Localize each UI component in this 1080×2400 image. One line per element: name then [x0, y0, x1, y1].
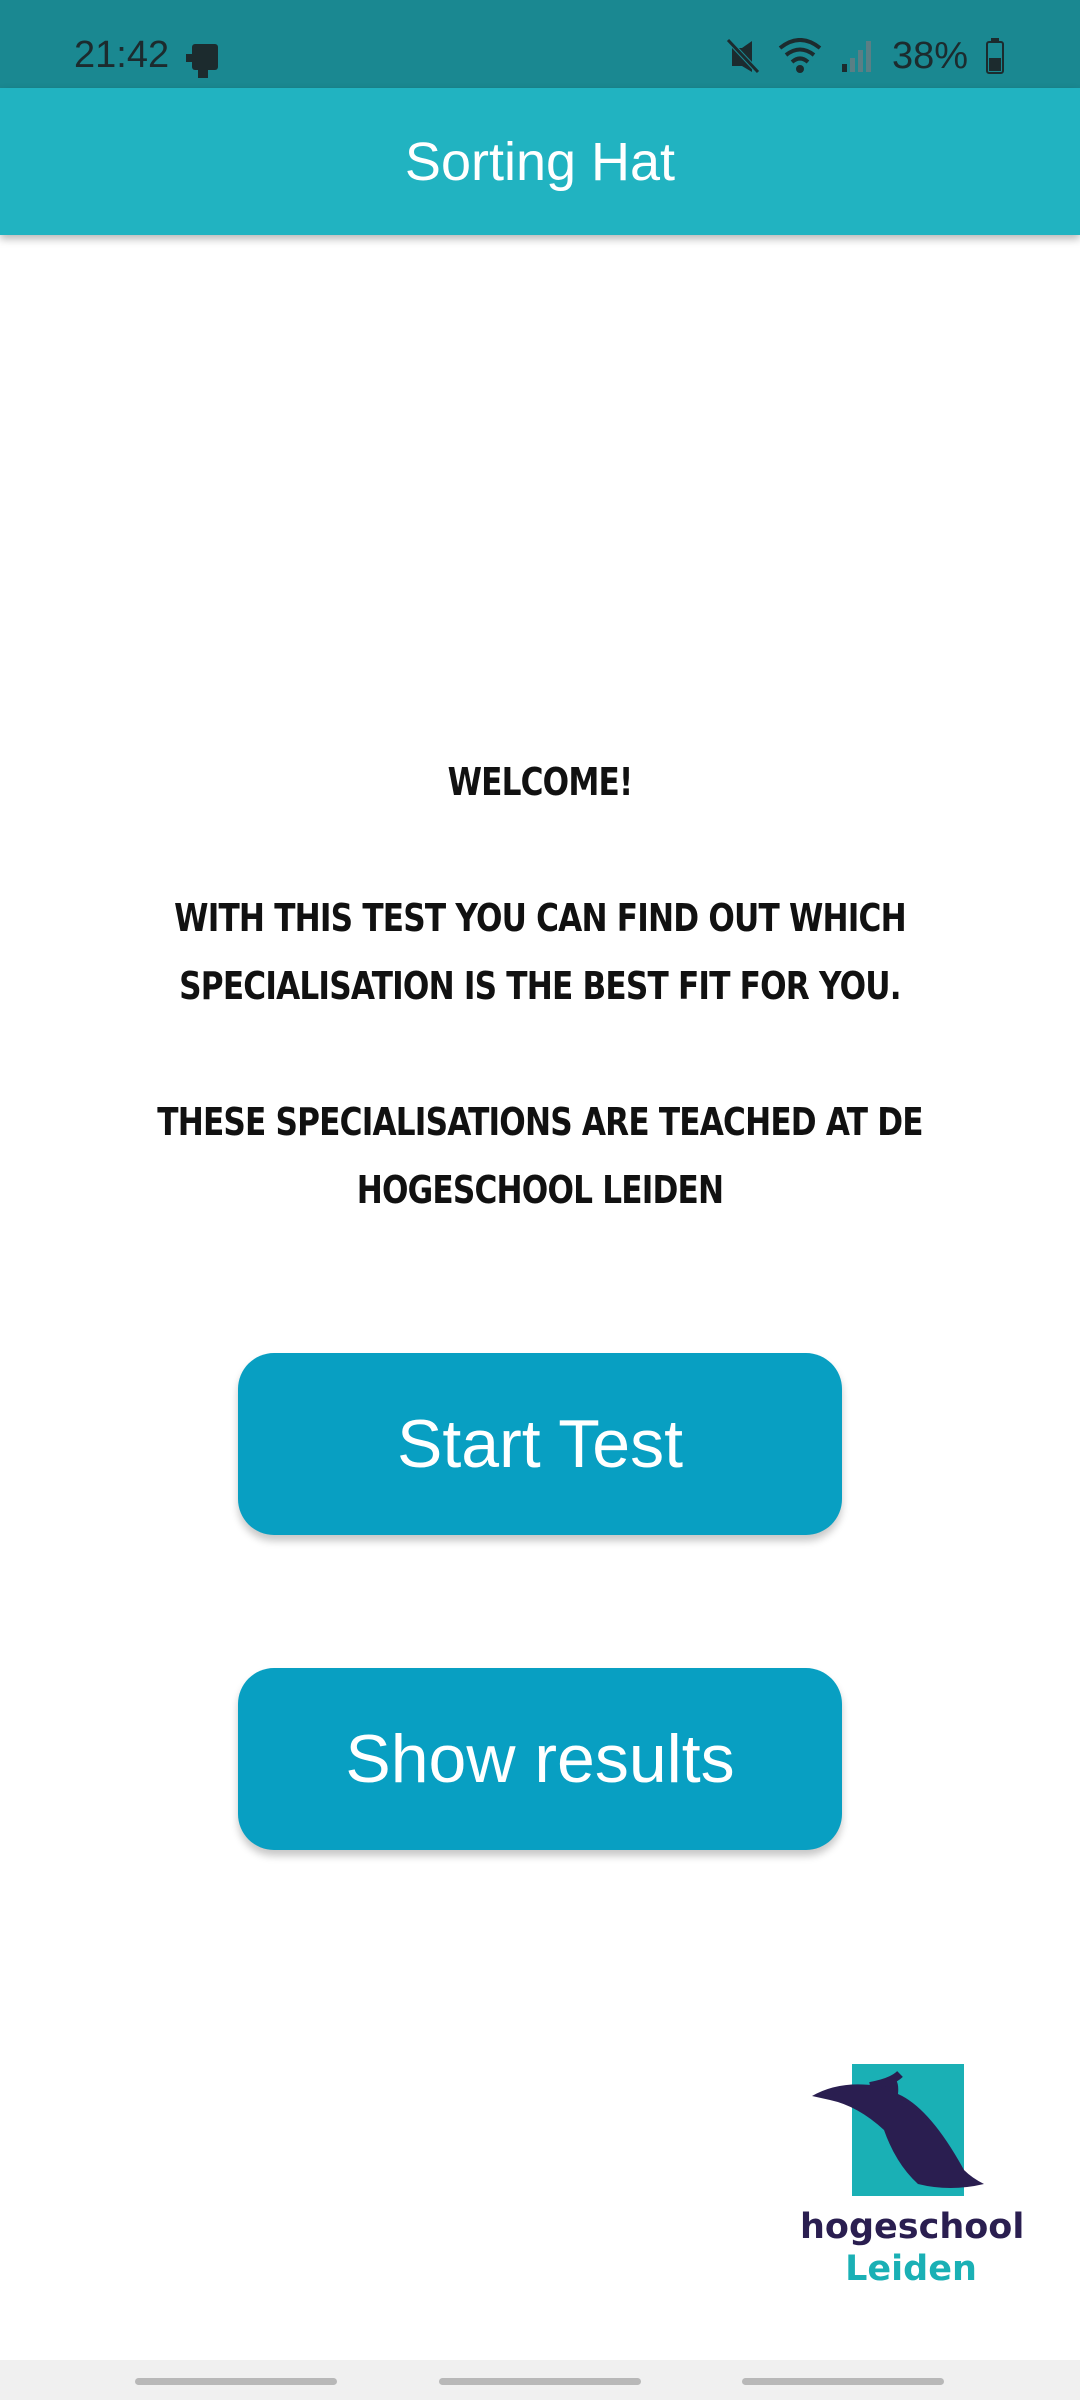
welcome-line-1: With this test you can find out which [174, 896, 906, 940]
nav-back[interactable] [742, 2378, 944, 2385]
status-bar: 21:42 38% [0, 0, 1080, 88]
mute-icon [726, 38, 760, 74]
wifi-icon [778, 38, 822, 73]
battery-percentage: 38% [891, 35, 968, 77]
logo-text-hogeschool: hogeschool [800, 2207, 1025, 2247]
welcome-message: Welcome! With this test you can find out… [97, 748, 983, 1224]
status-time: 21:42 [74, 34, 170, 76]
show-results-button[interactable]: Show results [238, 1668, 842, 1850]
logo-text-leiden: Leiden [845, 2249, 977, 2289]
nav-home[interactable] [439, 2378, 641, 2385]
nav-recent-apps[interactable] [135, 2378, 337, 2385]
app-title: Sorting Hat [404, 131, 676, 192]
battery-icon [986, 38, 1004, 74]
navigation-bar [0, 2360, 1080, 2400]
app-bar: Sorting Hat [0, 88, 1080, 235]
hogeschool-leiden-logo: hogeschool Leiden [800, 2060, 1025, 2292]
welcome-line-3: These specialisations are teached at de [157, 1100, 923, 1144]
logo-mark-icon [812, 2064, 984, 2196]
sim-card-icon [186, 44, 218, 78]
signal-icon [841, 41, 871, 72]
start-test-button[interactable]: Start Test [238, 1353, 842, 1535]
welcome-heading: Welcome! [447, 760, 634, 804]
welcome-line-4: Hogeschool Leiden [356, 1168, 724, 1212]
status-icons: 38% [726, 36, 1004, 76]
welcome-line-2: specialisation is the best fit for you. [179, 964, 901, 1008]
